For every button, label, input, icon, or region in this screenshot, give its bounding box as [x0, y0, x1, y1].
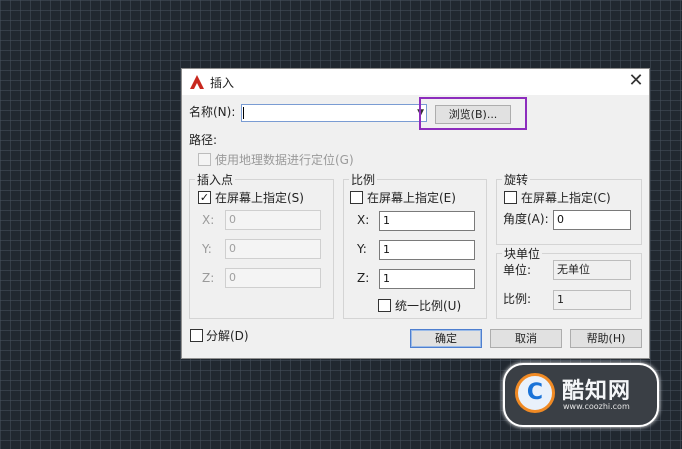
watermark-url: www.coozhi.com	[563, 402, 630, 411]
factor-value-field: 1	[553, 290, 631, 310]
scale-z-input[interactable]: 1	[379, 269, 475, 289]
scale-x-input[interactable]: 1	[379, 211, 475, 231]
scale-y-input[interactable]: 1	[379, 240, 475, 260]
insertion-x-label: X:	[202, 213, 215, 227]
scale-z-label: Z:	[357, 271, 370, 285]
rotation-on-screen-checkbox[interactable]	[504, 191, 517, 204]
angle-label: 角度(A):	[503, 212, 549, 226]
geo-checkbox[interactable]	[198, 153, 211, 166]
rotation-title: 旋转	[502, 172, 531, 188]
text-caret	[243, 107, 244, 119]
path-label: 路径:	[189, 133, 218, 147]
insertion-on-screen-checkbox[interactable]: ✓	[198, 191, 211, 204]
block-unit-title: 块单位	[502, 246, 543, 262]
explode-checkbox[interactable]	[190, 329, 203, 342]
highlight-box	[419, 97, 527, 130]
dialog-titlebar: 插入 ✕	[182, 69, 649, 95]
insert-dialog: 插入 ✕ 名称(N): ▼ 浏览(B)... 路径: 使用地理数据进行定位(G)…	[181, 68, 650, 359]
insertion-y-label: Y:	[202, 242, 212, 256]
insertion-y-input[interactable]: 0	[225, 239, 321, 259]
scale-on-screen-checkbox[interactable]	[350, 191, 363, 204]
insertion-z-label: Z:	[202, 271, 215, 285]
autocad-app-icon	[190, 75, 204, 89]
scale-on-screen-label: 在屏幕上指定(E)	[367, 191, 456, 205]
insertion-z-input[interactable]: 0	[225, 268, 321, 288]
close-icon[interactable]: ✕	[625, 70, 647, 92]
insertion-x-input[interactable]: 0	[225, 210, 321, 230]
cancel-button[interactable]: 取消	[490, 329, 562, 348]
ok-button[interactable]: 确定	[410, 329, 482, 348]
help-button[interactable]: 帮助(H)	[570, 329, 642, 348]
name-label: 名称(N):	[189, 105, 236, 119]
geo-label: 使用地理数据进行定位(G)	[215, 153, 354, 167]
watermark-title: 酷知网	[562, 379, 632, 404]
unit-value-field: 无单位	[553, 260, 631, 280]
angle-input[interactable]: 0	[553, 210, 631, 230]
dialog-title: 插入	[210, 76, 235, 90]
uniform-scale-label: 统一比例(U)	[395, 299, 462, 313]
scale-x-label: X:	[357, 213, 370, 227]
coozhi-logo-icon: C	[515, 373, 555, 413]
factor-label: 比例:	[503, 292, 532, 306]
insertion-on-screen-label: 在屏幕上指定(S)	[215, 191, 304, 205]
insertion-point-title: 插入点	[195, 172, 236, 188]
scale-y-label: Y:	[357, 242, 367, 256]
rotation-on-screen-label: 在屏幕上指定(C)	[521, 191, 611, 205]
unit-label: 单位:	[503, 263, 532, 277]
explode-label: 分解(D)	[206, 329, 249, 343]
name-combobox[interactable]: ▼	[241, 104, 427, 122]
uniform-scale-checkbox[interactable]	[378, 299, 391, 312]
scale-title: 比例	[349, 172, 378, 188]
